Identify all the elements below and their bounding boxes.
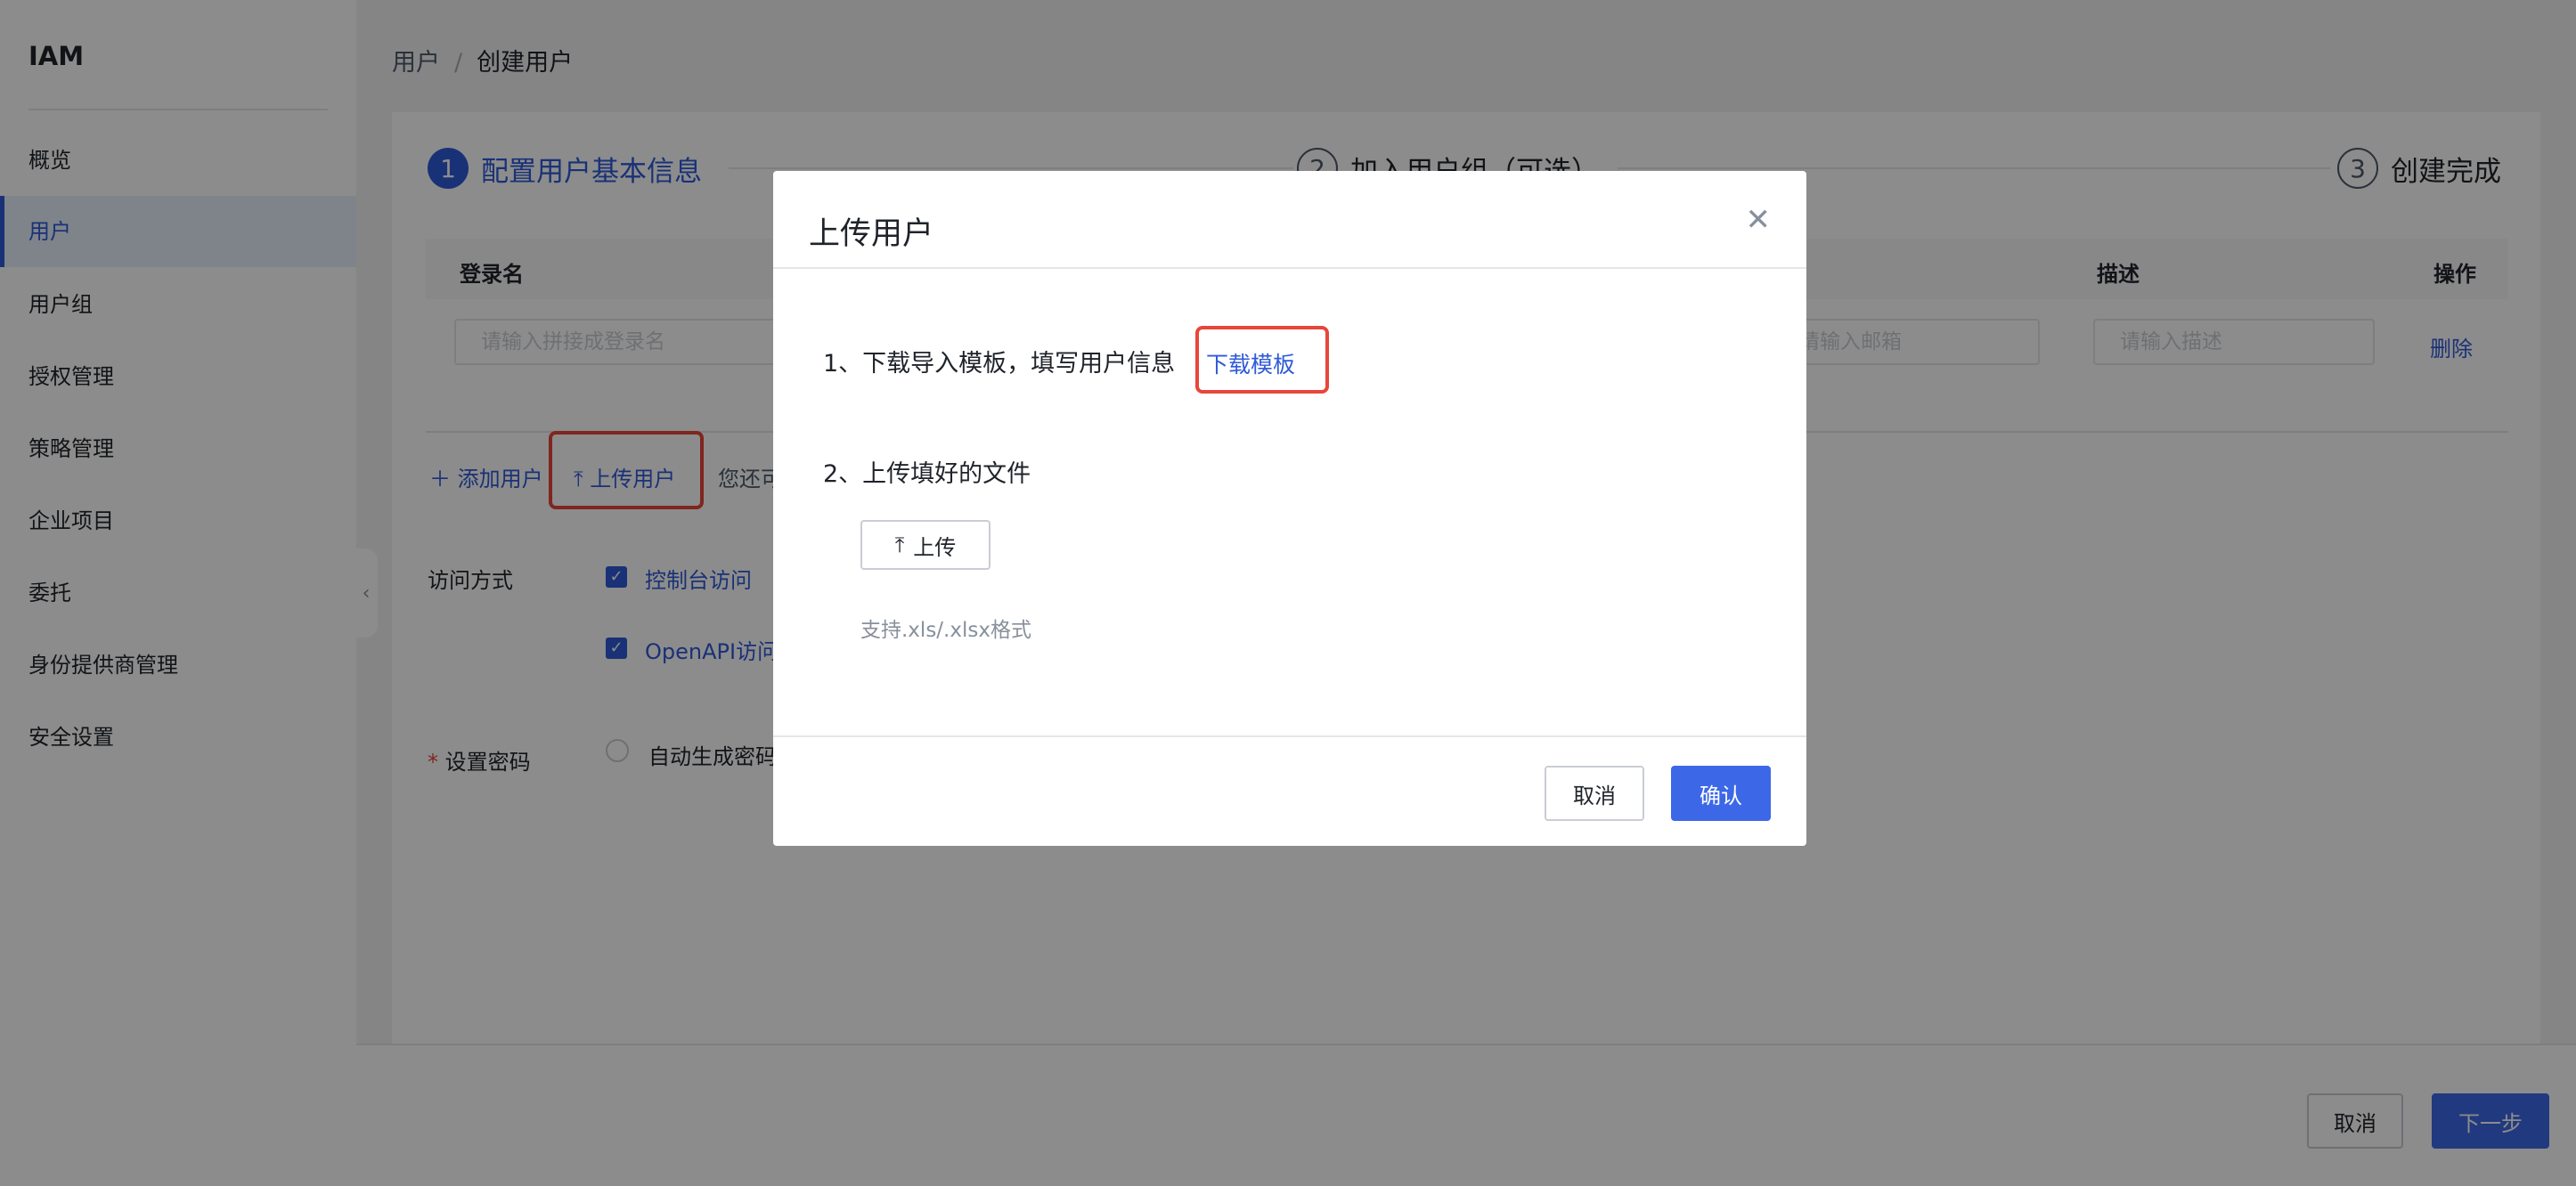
modal-confirm-button[interactable]: 确认 [1671,766,1771,821]
close-icon[interactable]: ✕ [1746,205,1772,235]
modal-title: 上传用户 [809,216,934,252]
format-hint: 支持.xls/.xlsx格式 [860,619,1031,642]
upload-file-button[interactable]: ⤒ 上传 [860,520,990,570]
modal-header-divider [773,267,1806,269]
step-download-text: 1、下载导入模板，填写用户信息 [823,350,1176,378]
modal-footer-divider [773,735,1806,737]
upload-user-modal: 上传用户 ✕ 1、下载导入模板，填写用户信息 下载模板 2、上传填好的文件 ⤒ 上… [773,171,1806,846]
upload-icon: ⤒ [894,532,905,557]
upload-button-label: 上传 [913,534,957,560]
modal-cancel-button[interactable]: 取消 [1545,766,1644,821]
highlight-box [1195,326,1329,394]
step-upload-text: 2、上传填好的文件 [823,460,1031,488]
